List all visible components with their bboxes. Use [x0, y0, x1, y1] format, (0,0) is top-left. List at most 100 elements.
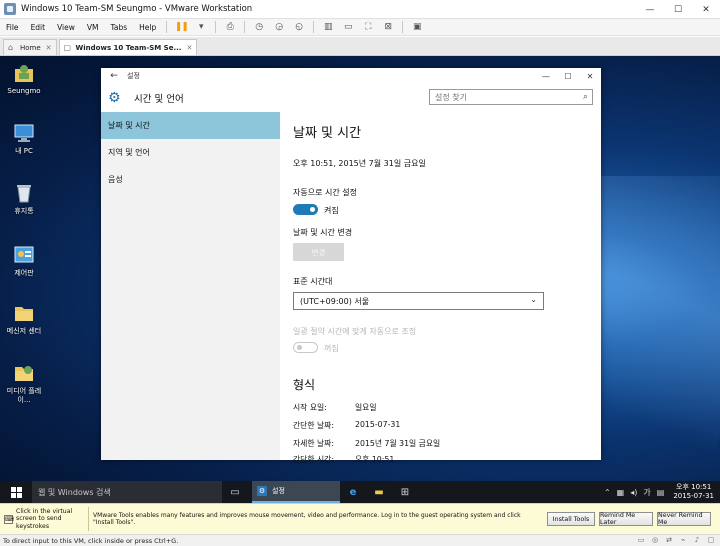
- settings-search-box[interactable]: ⌕: [429, 89, 593, 105]
- unity-icon[interactable]: ⊠: [381, 21, 395, 33]
- desktop-icon-media-player[interactable]: 미디어 플레이...: [4, 362, 44, 405]
- store-icon[interactable]: ⊞: [392, 481, 418, 503]
- change-button[interactable]: 변경: [293, 243, 344, 261]
- dropdown-arrow-icon[interactable]: ▾: [194, 21, 208, 33]
- menu-view[interactable]: View: [51, 23, 81, 32]
- revert-snapshot-icon[interactable]: ◶: [272, 21, 286, 33]
- format-row: 간단한 시간: 오후 10:51: [293, 454, 394, 465]
- format-row: 간단한 날짜: 2015-07-31: [293, 420, 400, 431]
- settings-content: 날짜 및 시간 오후 10:51, 2015년 7월 31일 금요일 자동으로 …: [293, 112, 593, 464]
- thumbnail-icon[interactable]: ▭: [341, 21, 355, 33]
- change-datetime-label: 날짜 및 시간 변경: [293, 228, 353, 237]
- back-arrow-icon[interactable]: ←: [101, 71, 127, 81]
- network-adapter-icon[interactable]: ⇄: [664, 536, 674, 545]
- timezone-select[interactable]: (UTC+09:00) 서울 ⌄: [293, 292, 544, 310]
- dst-state: 꺼짐: [324, 344, 339, 353]
- menu-help[interactable]: Help: [133, 23, 162, 32]
- tools-message: VMware Tools enables many features and i…: [93, 512, 521, 526]
- guest-desktop[interactable]: Seungmo 내 PC 휴지통 제어판 메신저 센터 미디어 플레이... ←: [0, 56, 720, 481]
- minimize-button[interactable]: —: [636, 0, 664, 19]
- gear-icon: ⚙: [108, 90, 121, 106]
- taskbar-clock[interactable]: 오후 10:51 2015-07-31: [673, 483, 714, 501]
- settings-close-button[interactable]: ✕: [579, 68, 601, 84]
- taskbar-app-settings[interactable]: ⚙ 설정: [252, 481, 340, 503]
- clock-date: 2015-07-31: [673, 492, 714, 500]
- dst-toggle[interactable]: [293, 342, 318, 353]
- nav-region-language[interactable]: 지역 및 언어: [101, 139, 280, 166]
- nav-date-time[interactable]: 날짜 및 시간: [101, 112, 280, 139]
- snapshot-manager-icon[interactable]: ◵: [292, 21, 306, 33]
- send-ctrl-alt-del-icon[interactable]: ⎙: [223, 21, 237, 33]
- maximize-button[interactable]: ☐: [664, 0, 692, 19]
- desktop-icon-label: Seungmo: [7, 87, 41, 95]
- usb-icon[interactable]: ⌁: [678, 536, 688, 545]
- file-explorer-icon[interactable]: ▬: [366, 481, 392, 503]
- keystroke-hint: ⌨ Click in the virtual screen to send ke…: [0, 508, 88, 531]
- menu-vm[interactable]: VM: [81, 23, 105, 32]
- vm-window-title: Windows 10 Team-SM Seungmo - VMware Work…: [21, 4, 253, 14]
- install-tools-button[interactable]: Install Tools: [547, 512, 595, 526]
- edge-browser-icon[interactable]: e: [340, 481, 366, 503]
- taskbar-search-box[interactable]: 웹 및 Windows 검색: [32, 481, 222, 503]
- never-remind-button[interactable]: Never Remind Me: [657, 512, 711, 526]
- format-row: 시작 요일: 일요일: [293, 402, 377, 413]
- input-method-icon[interactable]: 가: [643, 487, 650, 498]
- user-folder-icon: [13, 62, 35, 84]
- settings-window-title: 설정: [127, 72, 140, 80]
- pause-icon[interactable]: ❚❚: [174, 21, 189, 33]
- remind-later-button[interactable]: Remind Me Later: [599, 512, 653, 526]
- volume-icon[interactable]: ◂): [630, 488, 637, 497]
- auto-time-toggle[interactable]: [293, 204, 318, 215]
- close-tab-icon[interactable]: ✕: [186, 44, 192, 52]
- toolbar-separator: [215, 21, 217, 33]
- settings-maximize-button[interactable]: ☐: [557, 68, 579, 84]
- format-value: 2015-07-31: [355, 420, 401, 429]
- desktop-icon-user[interactable]: Seungmo: [4, 62, 44, 96]
- format-key: 자세한 날짜:: [293, 439, 334, 448]
- vm-status-bar: To direct input to this VM, click inside…: [0, 534, 720, 546]
- desktop-icon-label: 내 PC: [15, 147, 33, 155]
- home-icon: ⌂: [8, 42, 14, 52]
- tab-vm[interactable]: ▢ Windows 10 Team-SM Se... ✕: [58, 39, 198, 55]
- show-hidden-icons-icon[interactable]: ⌃: [604, 488, 611, 497]
- close-button[interactable]: ✕: [692, 0, 720, 19]
- menu-file[interactable]: File: [0, 23, 25, 32]
- action-center-icon[interactable]: ▤: [657, 488, 665, 497]
- snapshot-icon[interactable]: ◷: [252, 21, 266, 33]
- task-view-icon[interactable]: ▭: [222, 481, 248, 503]
- settings-search-input[interactable]: [435, 92, 575, 102]
- desktop-icon-messenger-center[interactable]: 메신저 센터: [4, 302, 44, 336]
- device-status-icons: ▭ ◎ ⇄ ⌁ ♪ ▢: [632, 536, 716, 545]
- vm-menubar: File Edit View VM Tabs Help ❚❚ ▾ ⎙ ◷ ◶ ◵…: [0, 19, 720, 36]
- search-icon[interactable]: ⌕: [583, 92, 588, 102]
- status-text: To direct input to this VM, click inside…: [3, 536, 179, 545]
- menu-tabs[interactable]: Tabs: [105, 23, 134, 32]
- show-library-icon[interactable]: ▥: [321, 21, 335, 33]
- desktop-icon-control-panel[interactable]: 제어판: [4, 244, 44, 278]
- console-view-icon[interactable]: ▣: [410, 21, 424, 33]
- settings-minimize-button[interactable]: —: [535, 68, 557, 84]
- menu-edit[interactable]: Edit: [25, 23, 52, 32]
- nav-speech[interactable]: 음성: [101, 166, 280, 193]
- network-icon[interactable]: ▦: [617, 488, 625, 497]
- desktop-icon-recycle-bin[interactable]: 휴지통: [4, 182, 44, 216]
- media-folder-icon: [13, 362, 35, 384]
- hard-disk-icon[interactable]: ▭: [636, 536, 646, 545]
- keyboard-icon: ⌨: [4, 514, 14, 524]
- sound-icon[interactable]: ♪: [692, 536, 702, 545]
- desktop-icon-label: 제어판: [14, 269, 34, 277]
- toolbar-separator: [244, 21, 246, 33]
- taskbar-search-placeholder: 웹 및 Windows 검색: [38, 487, 111, 497]
- cd-drive-icon[interactable]: ◎: [650, 536, 660, 545]
- full-screen-icon[interactable]: ⛶: [361, 21, 375, 33]
- desktop-icon-this-pc[interactable]: 내 PC: [4, 122, 44, 156]
- folder-icon: [13, 302, 35, 324]
- start-button[interactable]: [0, 481, 32, 503]
- display-icon[interactable]: ▢: [706, 536, 716, 545]
- chevron-down-icon: ⌄: [530, 295, 537, 304]
- settings-gear-icon: ⚙: [257, 486, 267, 496]
- tab-home[interactable]: ⌂ Home ✕: [3, 39, 57, 55]
- format-section-title: 형식: [293, 378, 316, 392]
- vm-tab-strip: ⌂ Home ✕ ▢ Windows 10 Team-SM Se... ✕: [0, 37, 720, 56]
- close-tab-icon[interactable]: ✕: [46, 44, 52, 52]
